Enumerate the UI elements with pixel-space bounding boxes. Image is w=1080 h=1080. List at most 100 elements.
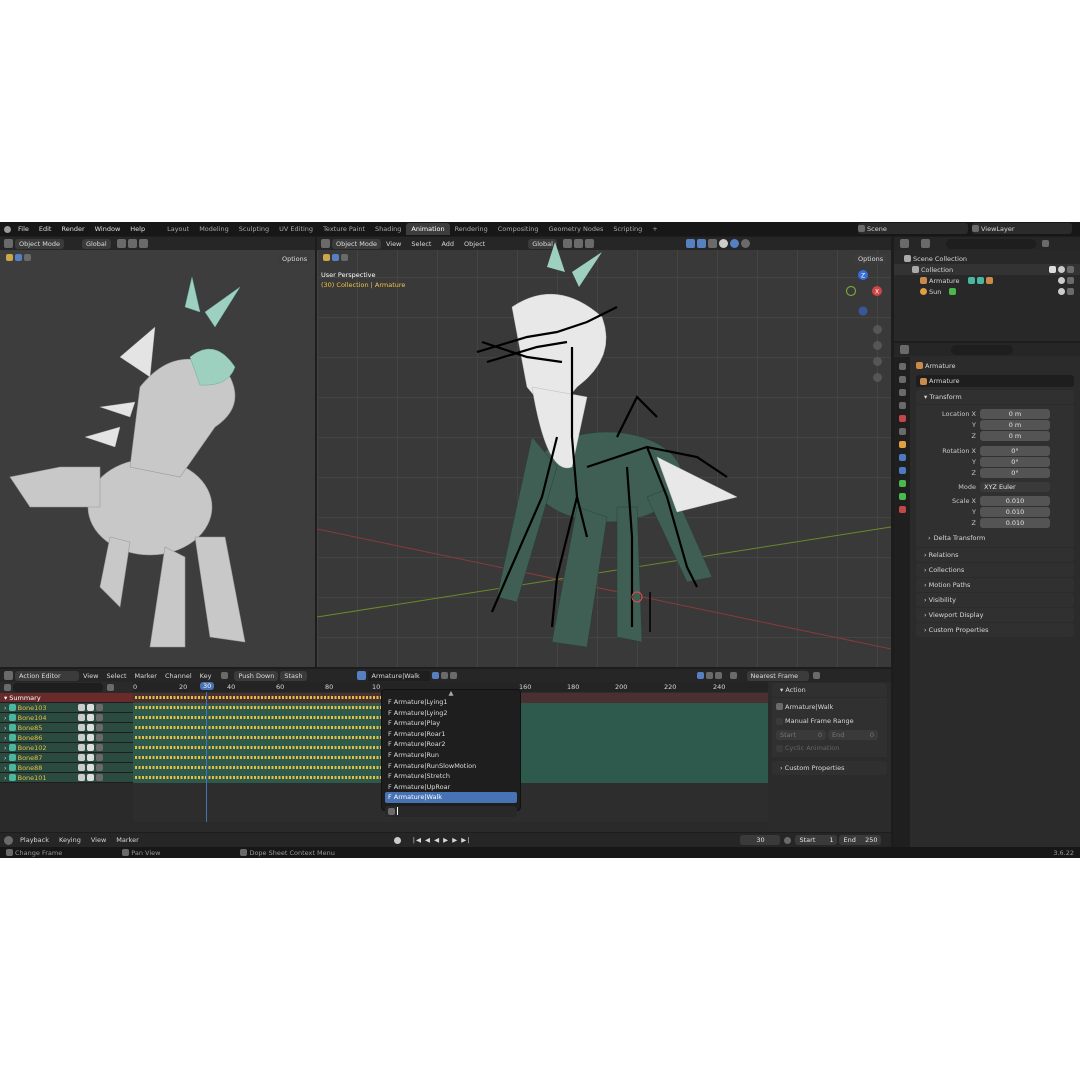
camera-icon[interactable] xyxy=(873,357,882,366)
tab-animation[interactable]: Animation xyxy=(406,223,450,235)
action-list-item[interactable]: F Armature|Play xyxy=(385,718,517,729)
menu-select[interactable]: Select xyxy=(102,672,130,680)
tab-geometry-nodes[interactable]: Geometry Nodes xyxy=(544,223,609,235)
scene-tab-icon[interactable] xyxy=(898,415,906,422)
scroll-up-icon[interactable]: ▲ xyxy=(382,690,520,697)
menu-key[interactable]: Key xyxy=(196,672,216,680)
camera-render-icon[interactable] xyxy=(1067,266,1074,273)
tab-layout[interactable]: Layout xyxy=(162,223,194,235)
outliner-search-input[interactable] xyxy=(946,238,1036,249)
panel-motion-paths[interactable]: › Motion Paths xyxy=(916,578,1074,592)
channel-row[interactable]: › Bone103 xyxy=(0,703,133,713)
lock-icon[interactable] xyxy=(95,754,103,761)
channel-row[interactable]: › Bone104 xyxy=(0,713,133,723)
channel-row[interactable]: › Bone88 xyxy=(0,763,133,773)
lock-icon[interactable] xyxy=(95,714,103,721)
rotation-mode-select[interactable]: XYZ Euler xyxy=(980,481,1050,492)
fake-user-icon[interactable] xyxy=(431,672,439,679)
lock-icon[interactable] xyxy=(95,704,103,711)
menu-help[interactable]: Help xyxy=(125,225,150,233)
pan-hand-icon[interactable] xyxy=(873,341,882,350)
tab-sculpting[interactable]: Sculpting xyxy=(234,223,274,235)
snap-select[interactable]: Nearest Frame xyxy=(746,670,809,681)
wrench-icon[interactable] xyxy=(77,704,85,711)
action-list-item[interactable]: F Armature|Lying1 xyxy=(385,697,517,708)
proportional-icon[interactable] xyxy=(138,239,148,248)
action-list-item[interactable]: F Armature|Walk xyxy=(385,792,517,803)
outliner-item-sun[interactable]: Sun xyxy=(894,286,1080,297)
camera-render-icon[interactable] xyxy=(1067,277,1074,284)
pivot-icon[interactable] xyxy=(116,239,126,248)
proportional-edit-icon[interactable] xyxy=(812,672,820,679)
channel-row[interactable]: › Bone101 xyxy=(0,773,133,783)
checkbox-icon[interactable] xyxy=(1049,266,1056,273)
left-transform-orientation[interactable]: Global xyxy=(81,238,111,249)
checkbox-icon[interactable] xyxy=(86,774,94,781)
left-mode-select[interactable]: Object Mode xyxy=(15,238,64,249)
data-tab-icon[interactable] xyxy=(898,493,906,500)
properties-editor-icon[interactable] xyxy=(900,345,909,354)
current-frame-indicator[interactable]: 30 xyxy=(200,682,215,690)
tab-uv-editing[interactable]: UV Editing xyxy=(274,223,318,235)
eye-icon[interactable] xyxy=(1058,266,1065,273)
lock-icon[interactable] xyxy=(95,724,103,731)
dopesheet-editor-icon[interactable] xyxy=(4,671,13,680)
grid-view-icon[interactable] xyxy=(873,373,882,382)
pin-icon[interactable] xyxy=(8,734,16,741)
left-viewport[interactable]: Object Mode Global Options xyxy=(0,237,315,667)
panel-custom-properties[interactable]: › Custom Properties xyxy=(772,761,887,775)
record-icon[interactable] xyxy=(393,836,401,844)
lock-icon[interactable] xyxy=(95,764,103,771)
zoom-icon[interactable] xyxy=(873,325,882,334)
render-tab-icon[interactable] xyxy=(898,376,906,383)
layer-prev-icon[interactable] xyxy=(221,672,229,679)
pin-icon[interactable] xyxy=(8,714,16,721)
object-name-field[interactable]: Armature xyxy=(916,375,1074,387)
expand-arrow-icon[interactable]: › xyxy=(4,704,7,712)
menu-keying[interactable]: Keying xyxy=(54,836,86,844)
eye-icon[interactable] xyxy=(1058,277,1065,284)
rotation-x-field[interactable]: 0° xyxy=(980,445,1050,456)
scale-z-field[interactable]: 0.010 xyxy=(980,517,1050,528)
action-list-item[interactable]: F Armature|Roar2 xyxy=(385,739,517,750)
main-viewport[interactable]: Object Mode View Select Add Object Globa… xyxy=(317,237,891,667)
pin-icon[interactable] xyxy=(8,724,16,731)
pin-icon[interactable] xyxy=(8,704,16,711)
channel-summary[interactable]: ▾ Summary xyxy=(0,693,133,703)
scale-y-field[interactable]: 0.010 xyxy=(980,506,1050,517)
end-frame-field[interactable]: End 250 xyxy=(839,835,882,845)
physics-tab-icon[interactable] xyxy=(898,467,906,474)
blender-logo-icon[interactable] xyxy=(4,225,11,233)
select-box-icon[interactable] xyxy=(15,254,22,261)
action-list-item[interactable]: F Armature|Stretch xyxy=(385,771,517,782)
tab-texture-paint[interactable]: Texture Paint xyxy=(318,223,370,235)
panel-action[interactable]: ▾ Action xyxy=(772,683,887,697)
action-name-field[interactable]: Armature|Walk xyxy=(367,670,430,681)
swap-icon[interactable] xyxy=(107,684,114,691)
menu-marker[interactable]: Marker xyxy=(131,672,161,680)
constraint-tab-icon[interactable] xyxy=(898,480,906,487)
checkbox-icon[interactable] xyxy=(86,704,94,711)
wrench-icon[interactable] xyxy=(77,724,85,731)
checkbox-icon[interactable] xyxy=(86,714,94,721)
action-list-item[interactable]: F Armature|Run xyxy=(385,750,517,761)
outliner-item-armature[interactable]: Armature xyxy=(894,275,1080,286)
display-mode-icon[interactable] xyxy=(921,239,930,248)
show-hidden-icon[interactable] xyxy=(705,672,713,679)
editor-mode-select[interactable]: Action Editor xyxy=(15,670,79,681)
snap-icon[interactable] xyxy=(127,239,137,248)
action-list-item[interactable]: F Armature|Lying2 xyxy=(385,708,517,719)
wrench-icon[interactable] xyxy=(77,764,85,771)
object-tab-icon[interactable] xyxy=(898,441,906,448)
lock-icon[interactable] xyxy=(95,734,103,741)
navigation-gizmo[interactable]: Z X xyxy=(841,269,885,319)
outliner-editor-icon[interactable] xyxy=(900,239,909,248)
expand-arrow-icon[interactable]: › xyxy=(4,724,7,732)
checkbox-icon[interactable] xyxy=(86,754,94,761)
timeline-editor-icon[interactable] xyxy=(4,835,13,845)
camera-render-icon[interactable] xyxy=(1067,288,1074,295)
manual-range-row[interactable]: Manual Frame Range xyxy=(776,715,883,727)
left-options-button[interactable]: Options xyxy=(278,254,312,264)
menu-view[interactable]: View xyxy=(86,836,111,844)
tab-rendering[interactable]: Rendering xyxy=(450,223,493,235)
